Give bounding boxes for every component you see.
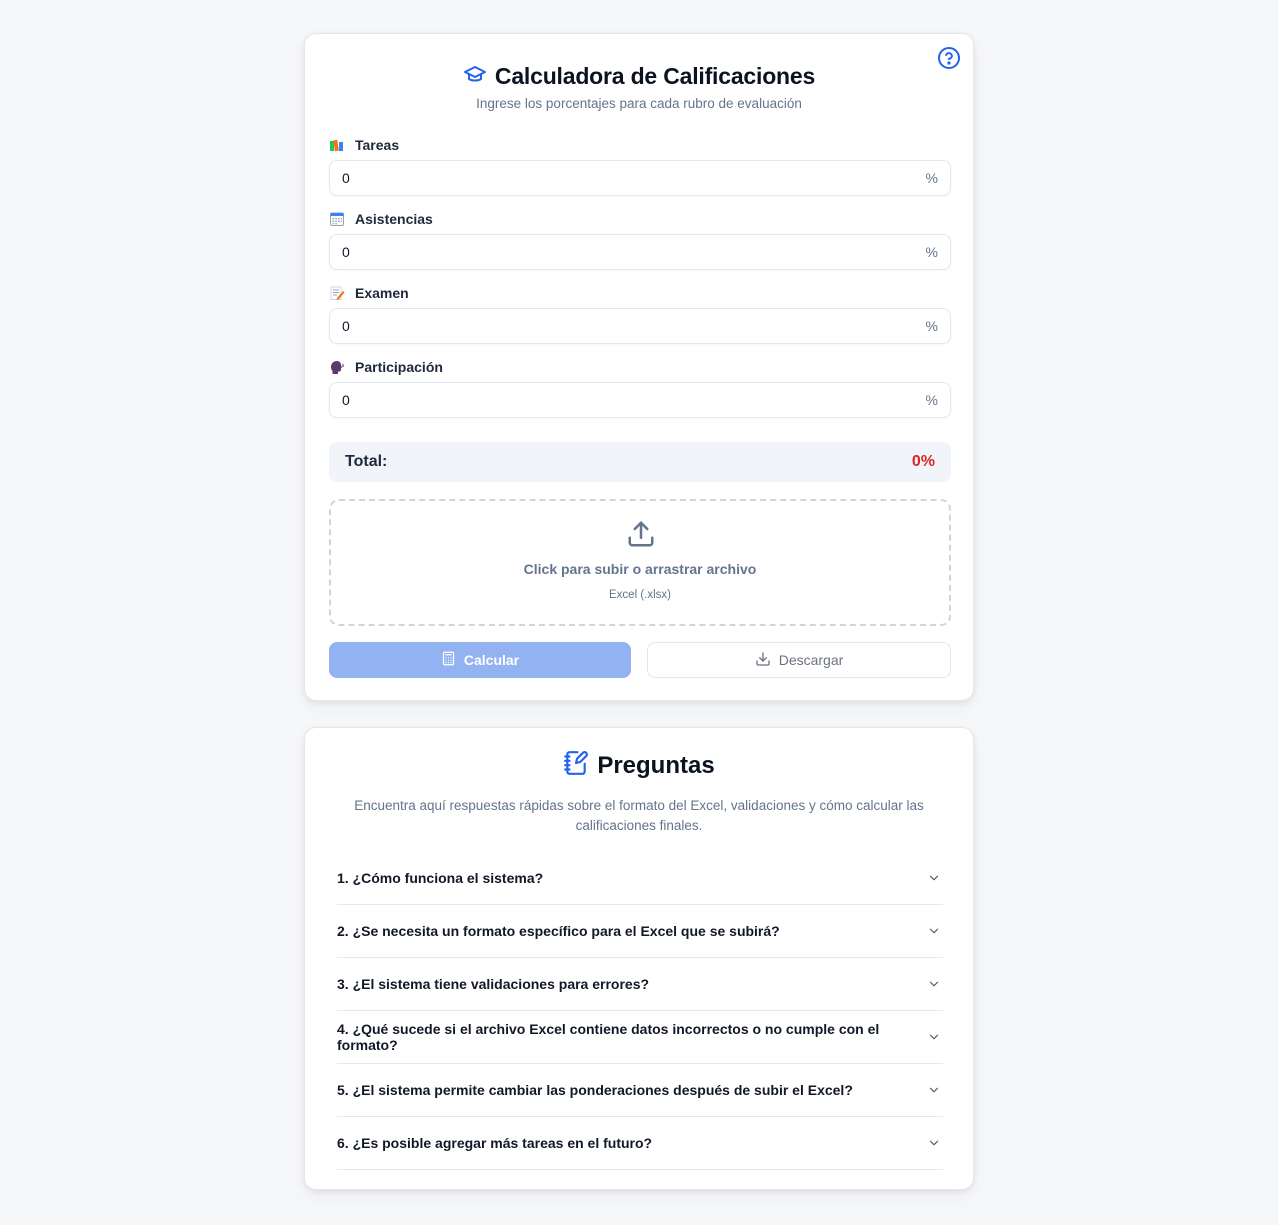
faq-question: 2. ¿Se necesita un formato específico pa… [337,923,780,939]
asistencias-input[interactable] [330,235,950,269]
tareas-input-wrapper: % [329,160,951,196]
books-icon [329,137,345,153]
faq-question: 4. ¿Qué sucede si el archivo Excel conti… [337,1021,880,1053]
file-upload-dropzone[interactable]: Click para subir o arrastrar archivo Exc… [329,499,951,626]
memo-icon [329,285,345,301]
faq-list: 1. ¿Cómo funciona el sistema? 2. ¿Se nec… [337,852,943,1170]
upload-sub-text: Excel (.xlsx) [609,589,671,601]
total-label: Total: [345,453,388,470]
percent-suffix: % [925,170,938,186]
chevron-down-icon [927,1083,941,1097]
participacion-input-wrapper: % [329,382,951,418]
tareas-input[interactable] [330,161,950,195]
participacion-input[interactable] [330,383,950,417]
field-label-examen: Examen [329,285,409,301]
total-box: Total: 0% [329,442,951,482]
field-label-participacion: Participación [329,359,443,375]
chevron-down-icon [927,1030,941,1044]
download-button-label: Descargar [778,652,844,668]
calculator-header: Calculadora de Calificaciones [305,62,973,91]
field-label-text: Asistencias [355,211,433,227]
percent-suffix: % [925,244,938,260]
faq-question: 5. ¿El sistema permite cambiar las ponde… [337,1082,853,1098]
chevron-down-icon [927,871,941,885]
field-label-tareas: Tareas [329,137,399,153]
total-value: 0% [911,453,935,470]
percent-suffix: % [925,318,938,334]
graduation-cap-icon [463,62,487,91]
faq-header: Preguntas [305,750,973,781]
chevron-down-icon [927,924,941,938]
faq-question: 6. ¿Es posible agregar más tareas en el … [337,1135,653,1151]
faq-item[interactable]: 6. ¿Es posible agregar más tareas en el … [337,1117,943,1170]
faq-item[interactable]: 5. ¿El sistema permite cambiar las ponde… [337,1064,943,1117]
field-label-text: Participación [355,359,443,375]
faq-item[interactable]: 4. ¿Qué sucede si el archivo Excel conti… [337,1011,943,1064]
faq-card: Preguntas Encuentra aquí respuestas rápi… [304,727,974,1190]
chevron-down-icon [927,977,941,991]
examen-input-wrapper: % [329,308,951,344]
speaking-head-icon [329,359,345,375]
download-button[interactable]: Descargar [647,642,951,678]
calculator-subtitle: Ingrese los porcentajes para cada rubro … [476,96,802,111]
calculate-button-label: Calcular [463,652,520,668]
calculator-card: Calculadora de Calificaciones Ingrese lo… [304,33,974,701]
chevron-down-icon [927,1136,941,1150]
faq-question: 1. ¿Cómo funciona el sistema? [337,870,544,886]
percent-suffix: % [925,392,938,408]
faq-item[interactable]: 1. ¿Cómo funciona el sistema? [337,852,943,905]
download-icon [755,651,771,670]
faq-question: 3. ¿El sistema tiene validaciones para e… [337,976,650,992]
calculator-icon [441,651,456,669]
asistencias-input-wrapper: % [329,234,951,270]
field-label-text: Tareas [355,137,400,153]
examen-input[interactable] [330,309,950,343]
faq-description: Encuentra aquí respuestas rápidas sobre … [354,798,924,833]
upload-icon [626,519,656,549]
calculator-title: Calculadora de Calificaciones [494,63,816,89]
field-label-text: Examen [355,285,409,301]
calendar-icon [329,211,345,227]
field-label-asistencias: Asistencias [329,211,433,227]
upload-main-text: Click para subir o arrastrar archivo [523,561,757,577]
faq-title: Preguntas [597,751,715,779]
notebook-pen-icon [563,750,589,781]
faq-item[interactable]: 3. ¿El sistema tiene validaciones para e… [337,958,943,1011]
faq-item[interactable]: 2. ¿Se necesita un formato específico pa… [337,905,943,958]
calculate-button[interactable]: Calcular [329,642,631,678]
